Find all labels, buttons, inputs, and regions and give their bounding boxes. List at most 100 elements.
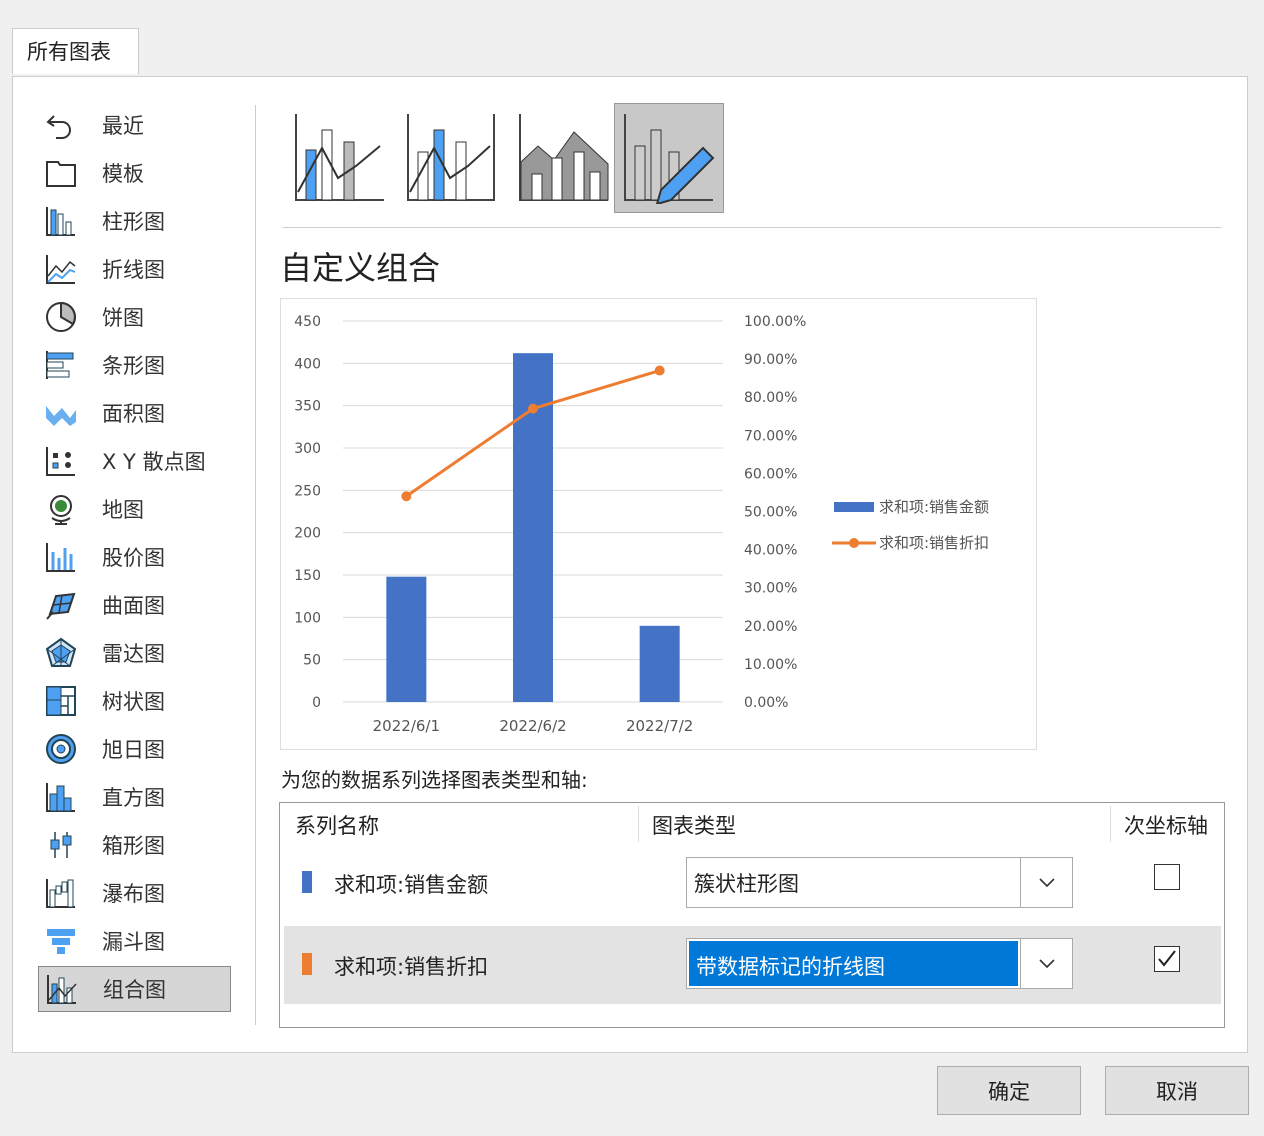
sidebar-item-label: 模板 [102,162,144,186]
y-tick-label: 150 [294,568,321,584]
sidebar-item-box-whisker[interactable]: 箱形图 [38,822,231,868]
stock-chart-icon [44,540,78,574]
y2-tick-label: 70.00% [744,428,797,444]
column-chart-icon [44,204,78,238]
sidebar-item-funnel[interactable]: 漏斗图 [38,918,231,964]
sidebar-item-label: 条形图 [102,354,165,378]
sidebar-item-label: 折线图 [102,258,165,282]
sidebar-item-folder[interactable]: 模板 [38,150,231,196]
legend-marker [849,538,859,548]
y-tick-label: 0 [312,695,321,711]
sidebar-item-treemap[interactable]: 树状图 [38,678,231,724]
subtype-clustered-column-line[interactable] [285,103,395,213]
sidebar-item-radar-chart[interactable]: 雷达图 [38,630,231,676]
y2-tick-label: 100.00% [744,314,806,330]
sidebar-item-line-chart[interactable]: 折线图 [38,246,231,292]
y2-tick-label: 60.00% [744,466,797,482]
area-chart-icon [44,396,78,430]
sidebar-item-label: 饼图 [102,306,144,330]
y2-tick-label: 80.00% [744,390,797,406]
line-chart-icon [44,252,78,286]
combo-chart: 0 50 100 150 200 250 300 350 400 450 0.00% 10.00% 20… [294,314,989,735]
treemap-icon [44,684,78,718]
line-marker [654,365,665,376]
y2-tick-label: 20.00% [744,619,797,635]
legend-label: 求和项:销售金额 [879,498,989,516]
sidebar-item-scatter-chart[interactable]: X Y 散点图 [38,438,231,484]
chevron-down-icon[interactable] [1020,939,1072,988]
box-whisker-icon [44,828,78,862]
sidebar-item-histogram[interactable]: 直方图 [38,774,231,820]
column-separator [1110,806,1111,842]
sidebar-item-pie-chart[interactable]: 饼图 [38,294,231,340]
folder-icon [44,156,78,190]
sidebar-item-label: 旭日图 [102,738,165,762]
bar-chart-icon [44,348,78,382]
surface-chart-icon [44,588,78,622]
chart-preview: 0 50 100 150 200 250 300 350 400 450 0.00% 10.00% 20… [280,298,1037,750]
divider [283,227,1221,228]
x-tick-label: 2022/6/2 [499,717,566,735]
dropdown-value: 带数据标记的折线图 [689,941,1018,986]
clustered-column-line-icon [295,114,384,201]
sidebar-item-label: 地图 [102,498,144,522]
sidebar-item-stock-chart[interactable]: 股价图 [38,534,231,580]
series-color-swatch [302,871,312,893]
checkmark-icon [1158,950,1176,967]
secondary-axis-checkbox-checked[interactable] [1154,946,1180,972]
legend-label: 求和项:销售折扣 [879,534,989,552]
sidebar-item-label: 箱形图 [102,834,165,858]
area-column-icon [519,114,609,201]
tab-all-charts[interactable]: 所有图表 [12,28,139,74]
series-color-swatch [302,953,312,975]
y-tick-label: 250 [294,483,321,499]
y-tick-label: 50 [303,653,321,669]
sidebar-item-label: 树状图 [102,690,165,714]
y2-tick-label: 30.00% [744,581,797,597]
sidebar-item-surface-chart[interactable]: 曲面图 [38,582,231,628]
sidebar-item-undo[interactable]: 最近 [38,102,231,148]
ok-button[interactable]: 确定 [937,1066,1081,1115]
sidebar-item-label: 组合图 [103,978,166,1002]
sidebar-item-combo-chart[interactable]: 组合图 [38,966,231,1012]
y2-tick-label: 40.00% [744,543,797,559]
series-name: 求和项:销售金额 [334,873,489,897]
series-name: 求和项:销售折扣 [334,955,489,979]
radar-chart-icon [44,636,78,670]
sidebar-item-label: 漏斗图 [102,930,165,954]
y-tick-label: 100 [294,610,321,626]
sidebar-item-area-chart[interactable]: 面积图 [38,390,231,436]
y-tick-label: 300 [294,441,321,457]
secondary-axis-checkbox[interactable] [1154,864,1180,890]
series-prompt: 为您的数据系列选择图表类型和轴: [281,768,588,792]
custom-combo-pencil-icon [624,114,715,204]
y-tick-label: 350 [294,399,321,415]
header-chart-type: 图表类型 [652,814,736,838]
sidebar-item-sunburst[interactable]: 旭日图 [38,726,231,772]
sidebar-item-column-chart[interactable]: 柱形图 [38,198,231,244]
subtype-area-column[interactable] [509,103,619,213]
sidebar-item-globe[interactable]: 地图 [38,486,231,532]
line-marker [528,403,538,414]
subtype-column-line-secondary[interactable] [397,103,507,213]
subtype-title: 自定义组合 [280,249,441,287]
chart-type-dropdown[interactable]: 带数据标记的折线图 [686,938,1073,989]
funnel-icon [44,924,78,958]
header-secondary-axis: 次坐标轴 [1124,814,1208,838]
sidebar-item-waterfall[interactable]: 瀑布图 [38,870,231,916]
waterfall-icon [44,876,78,910]
bar [386,576,427,702]
chevron-down-icon[interactable] [1020,858,1072,907]
globe-icon [44,492,78,526]
dropdown-value: 簇状柱形图 [694,872,799,896]
cancel-button[interactable]: 取消 [1105,1066,1249,1115]
sidebar-item-bar-chart[interactable]: 条形图 [38,342,231,388]
chart-type-dropdown[interactable]: 簇状柱形图 [686,857,1073,908]
divider [255,105,256,1025]
x-tick-label: 2022/6/1 [373,717,440,735]
y2-tick-label: 0.00% [744,695,788,711]
sidebar-item-label: 直方图 [102,786,165,810]
column-separator [638,806,639,842]
sidebar-item-label: 曲面图 [102,594,165,618]
subtype-custom-combo[interactable] [614,103,724,213]
